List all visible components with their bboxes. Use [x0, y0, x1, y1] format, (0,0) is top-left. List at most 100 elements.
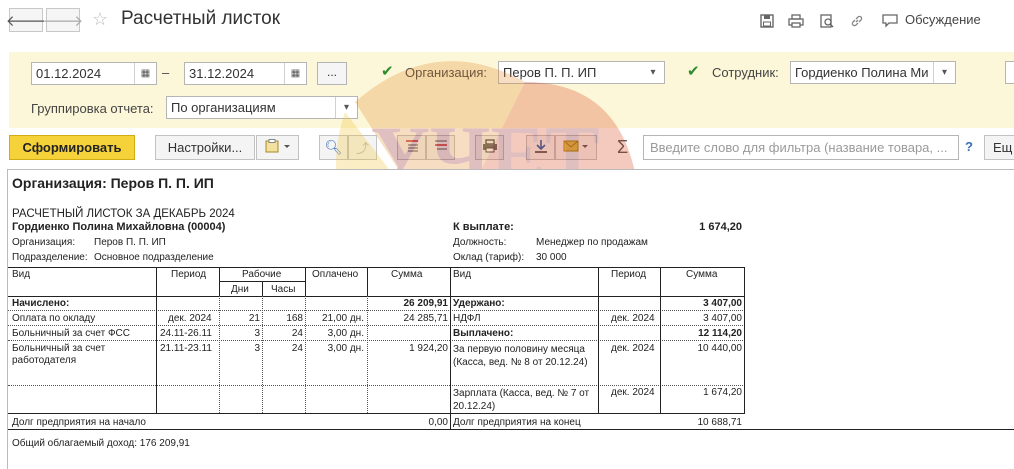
preview-icon[interactable]	[818, 12, 836, 30]
organization-select[interactable]: Перов П. П. ИП ▾	[498, 61, 665, 84]
accrual-hours: 168	[286, 313, 303, 324]
col-line	[660, 267, 661, 413]
payment-sum: 1 674,20	[703, 387, 742, 398]
export-button[interactable]	[526, 135, 555, 160]
row-divider	[8, 340, 450, 341]
position-value: Менеджер по продажам	[536, 237, 648, 248]
chevron-down-icon[interactable]: ▾	[933, 62, 955, 83]
accrual-days: 3	[254, 343, 260, 354]
find-next-button[interactable]: ⤴	[348, 135, 377, 160]
row-divider	[8, 310, 745, 311]
header-sum-right: Сумма	[686, 269, 718, 280]
generate-button[interactable]: Сформировать	[9, 135, 135, 160]
organization-checkbox[interactable]: ✔	[381, 64, 395, 79]
find-button[interactable]: 🔍︎	[319, 135, 348, 160]
payout-label: К выплате:	[453, 221, 514, 233]
dept-value: Основное подразделение	[94, 252, 214, 263]
search-next-icon: ⤴	[355, 141, 369, 156]
employee-open-button[interactable]	[1005, 61, 1014, 84]
report-title: РАСЧЕТНЫЙ ЛИСТОК ЗА ДЕКАБРЬ 2024	[12, 208, 235, 220]
employee-value: Гордиенко Полина Ми	[795, 65, 929, 80]
org-value: Перов П. П. ИП	[94, 237, 166, 248]
date-from-field[interactable]: 01.12.2024 ▦	[31, 62, 157, 85]
header-hours: Часы	[271, 284, 296, 295]
arrow-right-icon: 🡒	[42, 12, 84, 30]
payment-period: дек. 2024	[611, 387, 655, 398]
print-button[interactable]	[475, 135, 504, 160]
variants-button[interactable]	[256, 135, 299, 160]
organization-label: Организация:	[405, 65, 488, 80]
help-icon[interactable]: ?	[965, 139, 973, 154]
filter-search-input[interactable]: Введите слово для фильтра (название това…	[643, 135, 959, 160]
payment-sum: 10 440,00	[697, 343, 743, 354]
print-icon[interactable]	[787, 12, 805, 30]
back-button[interactable]: 🡐	[6, 8, 46, 32]
employee-checkbox[interactable]: ✔	[687, 64, 701, 79]
date-to-field[interactable]: 31.12.2024 ▦	[184, 62, 307, 85]
accrual-hours: 24	[291, 328, 303, 339]
table-body-bottom	[8, 413, 745, 414]
header-kind: Вид	[12, 269, 31, 280]
col-line	[744, 267, 745, 413]
accrual-period: 21.11-23.11	[160, 343, 212, 354]
salary-value: 30 000	[536, 252, 567, 263]
title-bar: 🡐 🡒 ☆ Расчетный листок Обсуждение	[0, 0, 1014, 44]
more-button[interactable]: Ещ	[984, 135, 1014, 160]
expand-groups-button[interactable]	[397, 135, 426, 160]
link-icon[interactable]	[848, 12, 866, 30]
col-line	[219, 267, 220, 296]
accrual-days: 3	[254, 328, 260, 339]
debt-end-value: 10 688,71	[697, 417, 743, 428]
discussion-icon[interactable]	[881, 12, 899, 30]
withholding-kind: НДФЛ	[453, 313, 481, 324]
debt-end-label: Долг предприятия на конец	[453, 417, 581, 428]
accrual-hours: 24	[291, 343, 303, 354]
settings-button[interactable]: Настройки...	[155, 135, 255, 160]
accrual-period: 24.11-26.11	[160, 328, 212, 339]
debt-start-label: Долг предприятия на начало	[12, 417, 146, 428]
col-line	[598, 267, 599, 413]
save-icon[interactable]	[758, 12, 776, 30]
discussion-link[interactable]: Обсуждение	[905, 12, 981, 27]
report-variant-icon	[265, 139, 291, 156]
accrued-label: Начислено:	[12, 298, 70, 309]
accrual-kind: Больничный за счет работодателя	[12, 343, 106, 366]
employee-select[interactable]: Гордиенко Полина Ми ▾	[790, 61, 956, 84]
search-placeholder: Введите слово для фильтра (название това…	[650, 140, 948, 155]
withholding-period: дек. 2024	[611, 313, 655, 324]
accrual-paid: 3,00 дн.	[327, 343, 364, 354]
chevron-down-icon[interactable]: ▾	[335, 97, 357, 118]
chevron-down-icon[interactable]: ▾	[642, 62, 664, 83]
withheld-label: Удержано:	[453, 298, 505, 309]
accrual-paid: 3,00 дн.	[327, 328, 364, 339]
collapse-groups-button[interactable]	[426, 135, 455, 160]
grouping-value: По организациям	[171, 100, 276, 115]
grouping-label: Группировка отчета:	[31, 101, 154, 116]
period-select-button[interactable]: ...	[317, 62, 347, 85]
withholding-sum: 3 407,00	[703, 313, 742, 324]
send-email-button[interactable]	[555, 135, 597, 160]
withheld-total: 3 407,00	[703, 298, 742, 309]
header-days: Дни	[231, 284, 249, 295]
date-separator: –	[162, 65, 170, 80]
organization-value: Перов П. П. ИП	[503, 65, 597, 80]
row-divider	[8, 325, 745, 326]
calendar-icon[interactable]: ▦	[134, 63, 156, 84]
forward-button[interactable]: 🡒	[42, 8, 84, 32]
grouping-select[interactable]: По организациям ▾	[166, 96, 358, 119]
accrued-total: 26 209,91	[403, 298, 449, 309]
accrual-kind: Больничный за счет ФСС	[12, 328, 130, 339]
favorite-star-icon[interactable]: ☆	[92, 9, 108, 30]
table-header-divider	[8, 296, 745, 297]
payment-period: дек. 2024	[611, 343, 655, 354]
col-line	[305, 267, 306, 296]
position-label: Должность:	[453, 237, 507, 248]
payment-kind: Зарплата (Касса, вед. № 7 от 20.12.24)	[453, 388, 590, 412]
envelope-icon	[563, 139, 589, 156]
calendar-icon[interactable]: ▦	[284, 63, 306, 84]
sum-icon[interactable]: Σ	[617, 137, 628, 158]
employee-label: Сотрудник:	[712, 65, 779, 80]
header-working: Рабочие	[242, 269, 282, 280]
debt-row-bottom	[8, 429, 1014, 430]
row-divider	[8, 385, 450, 386]
